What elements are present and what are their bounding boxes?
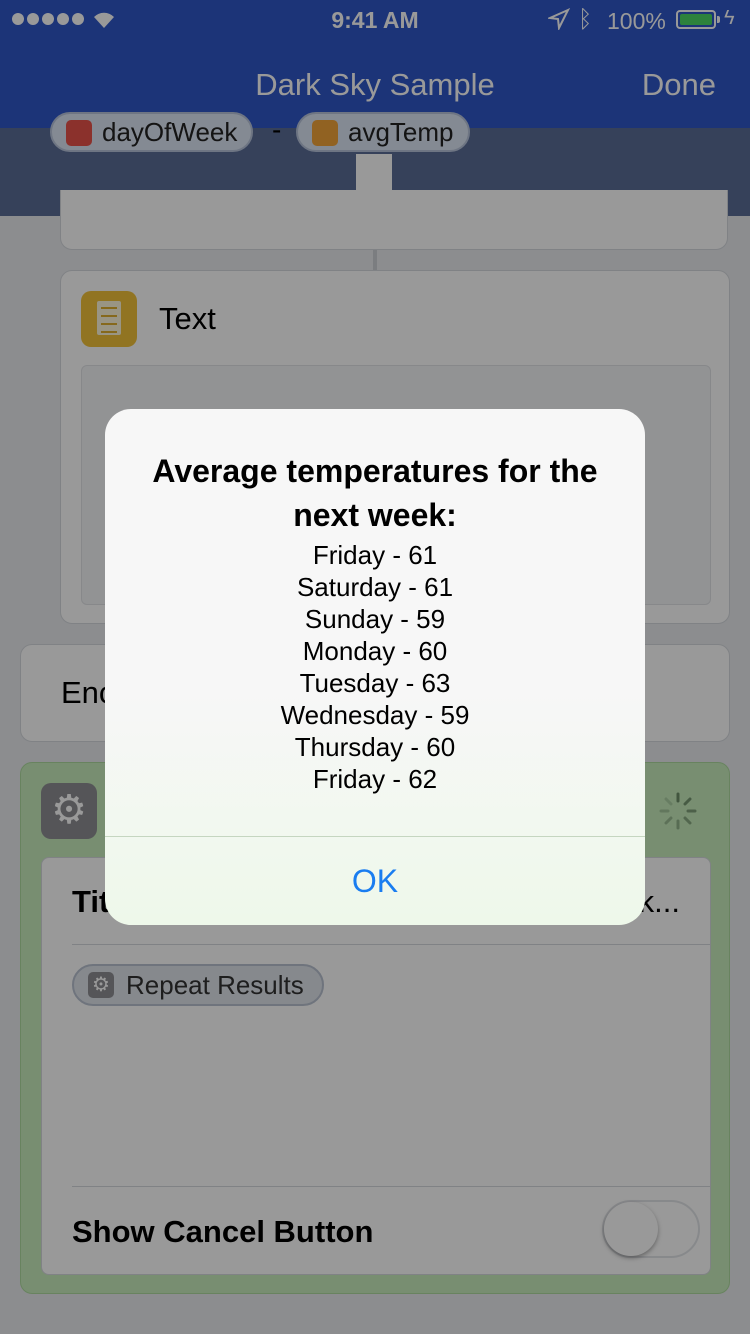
alert-dialog: Average temperatures for the next week: … bbox=[105, 409, 645, 925]
alert-line: Saturday - 61 bbox=[296, 572, 454, 602]
alert-title: Average temperatures for the next week: bbox=[152, 453, 598, 533]
alert-line: Wednesday - 59 bbox=[280, 700, 470, 730]
alert-line: Sunday - 59 bbox=[304, 604, 446, 634]
alert-message: Friday - 61 Saturday - 61 Sunday - 59 Mo… bbox=[105, 539, 645, 795]
alert-line: Friday - 62 bbox=[312, 764, 438, 794]
alert-line: Friday - 61 bbox=[312, 540, 438, 570]
alert-line: Tuesday - 63 bbox=[299, 668, 451, 698]
ok-button[interactable]: OK bbox=[105, 837, 645, 925]
alert-line: Thursday - 60 bbox=[294, 732, 456, 762]
alert-line: Monday - 60 bbox=[302, 636, 448, 666]
